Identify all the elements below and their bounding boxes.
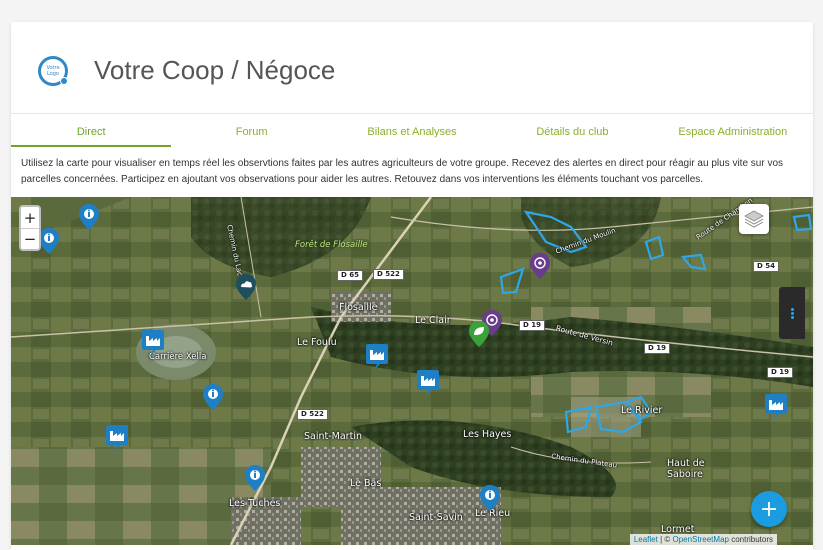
factory-marker-icon[interactable] (765, 394, 787, 420)
tab-bilans-analyses[interactable]: Bilans et Analyses (332, 115, 492, 147)
attribution-separator: | © (657, 535, 673, 544)
satellite-map[interactable]: Forêt de Flosaille Chemin du Lac Chemin … (11, 197, 813, 545)
attribution-contributors: contributors (728, 535, 773, 544)
label-les-hayes: Les Hayes (463, 429, 512, 440)
factory-marker-icon[interactable] (142, 330, 164, 356)
road-d65: D 65 (337, 270, 363, 281)
road-d19-west: D 19 (519, 320, 545, 331)
info-marker-icon[interactable] (244, 465, 266, 491)
label-flosaille: Flosaille (339, 302, 378, 313)
label-le-rivier: Le Rivier (621, 405, 663, 416)
nav-tabs: Direct Forum Bilans et Analyses Détails … (11, 115, 813, 147)
label-foret-flosaille: Forêt de Flosaille (295, 240, 368, 250)
page-description: Utilisez la carte pour visualiser en tem… (21, 158, 784, 185)
tab-forum[interactable]: Forum (171, 115, 331, 147)
label-saint-martin: Saint-Martin (304, 431, 362, 442)
tab-details-club[interactable]: Détails du club (492, 115, 652, 147)
road-d54: D 54 (753, 261, 779, 272)
map-imagery (11, 197, 813, 545)
label-le-bas: Le Bas (350, 478, 382, 489)
pest-marker-icon[interactable] (529, 253, 551, 279)
zoom-in-button[interactable]: + (21, 207, 39, 228)
zoom-control: + − (19, 205, 41, 251)
logo-badge-icon (60, 77, 68, 85)
zoom-out-button[interactable]: − (21, 228, 39, 249)
road-d19-east: D 19 (767, 367, 793, 378)
tab-direct[interactable]: Direct (11, 115, 172, 147)
info-marker-icon[interactable] (202, 384, 224, 410)
factory-marker-icon[interactable] (417, 370, 439, 396)
tab-espace-administration[interactable]: Espace Administration (653, 115, 813, 147)
label-le-foulu: Le Foulu (297, 337, 337, 348)
factory-marker-icon[interactable] (366, 344, 388, 370)
label-les-tuches: Les Tuches (229, 498, 281, 509)
road-d522-north: D 522 (373, 269, 404, 280)
label-saboire: Saboire (667, 469, 703, 480)
info-marker-icon[interactable] (38, 228, 60, 254)
layers-icon (744, 210, 764, 228)
info-marker-icon[interactable] (78, 204, 100, 230)
map-attribution: Leaflet | © OpenStreetMap contributors (629, 534, 777, 545)
logo-text-2: Logo (47, 71, 59, 77)
page-header: Votre Logo Votre Coop / Négoce (11, 22, 813, 114)
factory-marker-icon[interactable] (106, 425, 128, 451)
leaflet-link[interactable]: Leaflet (634, 535, 658, 544)
label-saint-savin: Saint-Savin (409, 512, 463, 523)
road-d19-mid: D 19 (644, 343, 670, 354)
add-observation-button[interactable]: + (751, 491, 787, 527)
more-vertical-icon (790, 307, 794, 320)
label-haut-de: Haut de (667, 458, 705, 469)
page-title: Votre Coop / Négoce (94, 55, 336, 85)
info-marker-icon[interactable] (479, 485, 501, 511)
weather-cloud-marker-icon[interactable] (235, 274, 257, 300)
side-panel-toggle[interactable] (779, 287, 805, 339)
osm-link[interactable]: OpenStreetMap (672, 535, 728, 544)
layers-button[interactable] (739, 204, 769, 234)
leaf-marker-icon[interactable] (468, 321, 490, 347)
main-card: Votre Logo Votre Coop / Négoce Direct Fo… (11, 22, 813, 550)
coop-logo[interactable]: Votre Logo (38, 56, 68, 86)
road-d522-south: D 522 (297, 409, 328, 420)
label-le-clair: Le Clair (415, 315, 451, 326)
